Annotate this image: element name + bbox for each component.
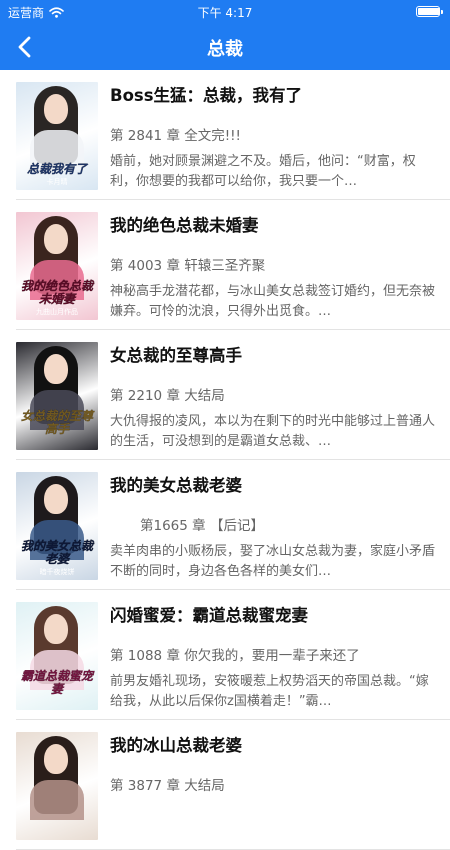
book-description: 神秘高手龙潜花都，与冰山美女总裁签订婚约，但无奈被嫌弃。可怜的沈浪，只得外出觅食… [110,284,436,319]
cover-author: 暗千夜烧饼 [39,568,75,576]
nav-bar: 总裁 [0,24,450,70]
cover-title: 我的绝色总裁未婚妻 [20,279,93,306]
book-cover-image: 总裁我有了 卡月晴 [16,82,98,190]
book-list-item[interactable]: 总裁我有了 卡月晴 Boss生猛：总裁，我有了 第 2841 章 全文完!!! … [0,70,450,200]
book-list-item[interactable]: 我的冰山总裁老婆 第 3877 章 大结局 [0,720,450,850]
cover-author: 九曲山月作品 [36,308,78,316]
book-latest-chapter: 第 2841 章 全文完!!! [110,128,241,144]
cover-author: 卡月晴 [46,178,68,186]
book-title: 女总裁的至尊高手 [110,346,242,365]
book-latest-chapter: 第 2210 章 大结局 [110,388,225,404]
status-bar: 运营商 下午 4:17 [0,0,450,24]
book-description: 大仇得报的凌风，本以为在剩下的时光中能够过上普通人的生活，可没想到的是霸道女总裁… [110,414,436,449]
book-latest-chapter: 第 3877 章 大结局 [110,778,225,794]
book-title: 我的美女总裁老婆 [110,476,242,495]
book-title: Boss生猛：总裁，我有了 [110,86,303,105]
status-time: 下午 4:17 [197,6,253,20]
book-list-item[interactable]: 霸道总裁蜜宠妻 闪婚蜜爱：霸道总裁蜜宠妻 第 1088 章 你欠我的，要用一辈子… [0,590,450,720]
book-list-item[interactable]: 我的绝色总裁未婚妻 九曲山月作品 我的绝色总裁未婚妻 第 4003 章 轩辕三圣… [0,200,450,330]
book-list-item[interactable]: 我的美女总裁老婆 暗千夜烧饼 我的美女总裁老婆 第1665 章 【后记】 卖羊肉… [0,460,450,590]
book-title: 我的绝色总裁未婚妻 [110,216,259,235]
book-latest-chapter: 第 4003 章 轩辕三圣齐聚 [110,258,266,274]
header: 运营商 下午 4:17 总裁 [0,0,450,70]
battery-icon [416,6,443,17]
book-list-item[interactable]: 女总裁的至尊高手 女总裁的至尊高手 第 2210 章 大结局 大仇得报的凌风，本… [0,330,450,460]
book-description: 卖羊肉串的小贩杨辰，娶了冰山女总裁为妻，家庭小矛盾不断的同时，身边各色各样的美女… [110,544,436,579]
cover-title: 女总裁的至尊高手 [20,409,93,436]
page-title: 总裁 [207,39,243,60]
book-cover-image: 我的绝色总裁未婚妻 九曲山月作品 [16,212,98,320]
book-cover-image: 霸道总裁蜜宠妻 [16,602,98,710]
book-title: 闪婚蜜爱：霸道总裁蜜宠妻 [110,606,308,625]
cover-title: 总裁我有了 [26,162,87,176]
cover-title: 我的美女总裁老婆 [20,539,93,566]
cover-title: 霸道总裁蜜宠妻 [20,669,93,696]
book-cover-image [16,732,98,840]
book-cover-image: 女总裁的至尊高手 [16,342,98,450]
book-list: 总裁我有了 卡月晴 Boss生猛：总裁，我有了 第 2841 章 全文完!!! … [0,70,450,850]
book-latest-chapter: 第1665 章 【后记】 [140,518,264,534]
book-cover-image: 我的美女总裁老婆 暗千夜烧饼 [16,472,98,580]
book-description: 前男友婚礼现场，安筱暖惹上权势滔天的帝国总裁。“嫁给我，从此以后保你z国横着走！… [110,674,429,709]
book-latest-chapter: 第 1088 章 你欠我的，要用一辈子来还了 [110,648,360,664]
book-description: 婚前，她对顾景渊避之不及。婚后，他问：“财富，权利，你想要的我都可以给你，我只要… [110,154,416,189]
book-title: 我的冰山总裁老婆 [110,736,242,755]
